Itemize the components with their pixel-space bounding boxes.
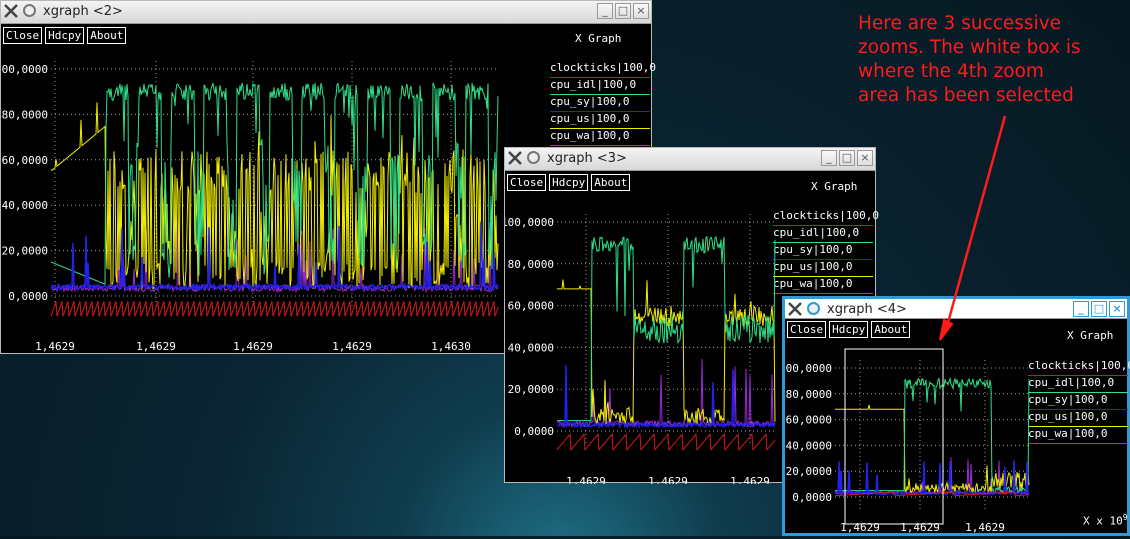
- annotation-line: area has been selected: [858, 85, 1074, 106]
- x-tick-label: 1,4629: [730, 475, 770, 484]
- xgraph-window-4[interactable]: xgraph <4> _ □ × Close Hdcpy About X Gra…: [782, 296, 1130, 536]
- series-cpu-sy: [556, 365, 776, 430]
- y-tick-label: 0,0000: [514, 425, 554, 438]
- series-clockticks: [50, 301, 499, 317]
- y-tick-label: 80,0000: [2, 108, 48, 121]
- y-tick-label: 100,0000: [785, 362, 832, 375]
- y-tick-label: 100,0000: [505, 216, 554, 229]
- y-tick-label: 80,0000: [786, 388, 832, 401]
- series-clockticks: [556, 433, 776, 452]
- x-tick-label: 1,4629: [648, 475, 688, 484]
- y-tick-label: 20,0000: [2, 245, 48, 258]
- y-tick-label: 40,0000: [786, 439, 832, 452]
- y-tick-label: 100,0000: [1, 63, 48, 76]
- x-tick-label: 1,4629: [332, 340, 372, 353]
- y-tick-label: 0,0000: [792, 491, 832, 504]
- x-tick-label: 1,4629: [900, 521, 940, 534]
- x-tick-label: 1,4630: [431, 340, 471, 353]
- series-cpu-wa: [556, 358, 776, 429]
- y-tick-label: 0,0000: [8, 290, 48, 303]
- annotation-line: Here are 3 successive: [858, 13, 1062, 34]
- y-tick-label: 60,0000: [508, 300, 554, 313]
- x-multiplier-label: X x 109: [1083, 513, 1128, 528]
- x-tick-label: 1,4629: [136, 340, 176, 353]
- series-cpu-us: [557, 279, 776, 426]
- annotation-line: zooms. The white box is: [858, 37, 1081, 58]
- y-tick-label: 60,0000: [2, 154, 48, 167]
- y-tick-label: 60,0000: [786, 414, 832, 427]
- y-tick-label: 80,0000: [508, 258, 554, 271]
- y-tick-label: 20,0000: [508, 383, 554, 396]
- x-tick-label: 1,4629: [566, 475, 606, 484]
- x-tick-label: 1,4629: [35, 340, 75, 353]
- x-tick-label: 1,4629: [840, 521, 880, 534]
- plot-area[interactable]: 100,0000 80,0000 60,0000 40,0000 20,0000 0,00…: [785, 299, 1130, 539]
- y-tick-label: 40,0000: [2, 199, 48, 212]
- annotation-line: where the 4th zoom: [858, 61, 1044, 82]
- x-tick-label: 1,4629: [233, 340, 273, 353]
- series-cpu-us: [50, 102, 499, 290]
- annotation-text: Here are 3 successive zooms. The white b…: [858, 12, 1128, 108]
- y-tick-label: 40,0000: [508, 341, 554, 354]
- x-tick-label: 1,4629: [965, 521, 1005, 534]
- y-tick-label: 20,0000: [786, 465, 832, 478]
